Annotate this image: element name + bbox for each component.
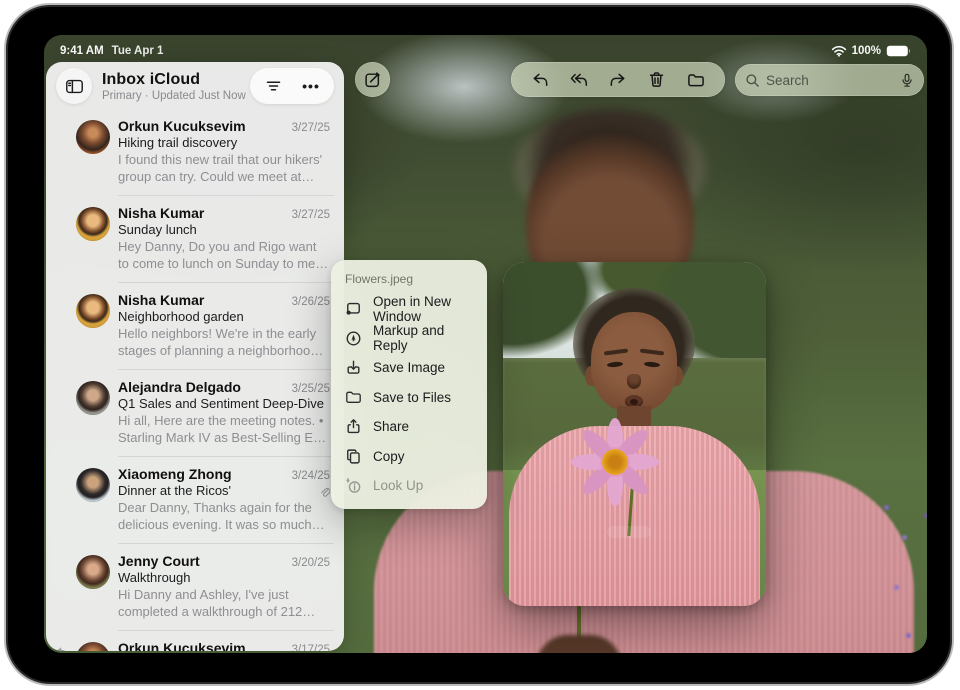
image-context-menu: Flowers.jpeg Open in New Window [331,260,487,509]
save-image-icon [345,359,362,376]
email-sender: Jenny Court [118,553,284,569]
email-preview: Hello neighbors! We're in the early stag… [118,325,330,359]
avatar [76,294,110,328]
email-row[interactable]: Orkun Kucuksevim3/17/25 Day trip idea He… [46,630,344,651]
email-subject: Dinner at the Ricos' [118,483,330,498]
status-date: Tue Apr 1 [112,45,164,57]
email-date: 3/27/25 [284,209,330,221]
email-row[interactable]: Nisha Kumar3/26/25 Neighborhood garden H… [46,282,344,369]
open-new-window-icon [345,300,362,317]
avatar [76,207,110,241]
menu-item-share[interactable]: Share [331,412,487,442]
status-time: 9:41 AM [60,45,104,57]
email-date: 3/20/25 [284,557,330,569]
avatar [76,468,110,502]
mailbox-sidebar: Inbox iCloud Primary · Updated Just Now … [46,62,344,651]
email-sender: Nisha Kumar [118,292,284,308]
photo-preview-card[interactable] [503,262,766,606]
email-sender: Xiaomeng Zhong [118,466,284,482]
menu-item-label: Markup and Reply [373,323,473,353]
menu-item-label: Save Image [373,360,445,375]
folder-icon [345,389,362,406]
avatar [76,555,110,589]
email-subject: Hiking trail discovery [118,135,330,150]
filter-button[interactable] [254,68,292,104]
menu-item-copy[interactable]: Copy [331,442,487,472]
search-field[interactable]: Search [735,64,924,96]
menu-item-save-image[interactable]: Save Image [331,353,487,383]
email-preview: I found this new trail that our hikers' … [118,151,330,185]
menu-item-open-in-new-window[interactable]: Open in New Window [331,294,487,324]
email-subject: Walkthrough [118,570,330,585]
microphone-icon[interactable] [900,72,914,89]
replied-arrow-icon [55,646,69,651]
forward-button[interactable] [603,62,633,97]
email-preview: Hey Danny, Do you and Rigo want to come … [118,238,330,272]
message-actions-pill [511,62,725,97]
menu-item-label: Save to Files [373,390,451,405]
avatar [76,642,110,651]
menu-item-label: Copy [373,449,405,464]
attachment-paperclip-icon [319,486,330,498]
mailbox-title: Inbox iCloud [102,71,250,89]
markup-icon [345,330,362,347]
email-row[interactable]: Nisha Kumar3/27/25 Sunday lunch Hey Dann… [46,195,344,282]
email-date: 3/26/25 [284,296,330,308]
email-row[interactable]: Orkun Kucuksevim3/27/25 Hiking trail dis… [46,108,344,195]
menu-item-label: Look Up [373,478,423,493]
ipad-bezel: 9:41 AM Tue Apr 1 100% [4,3,954,686]
search-icon [745,73,760,88]
status-bar: 9:41 AM Tue Apr 1 100% [44,35,927,61]
email-preview: Dear Danny, Thanks again for the delicio… [118,499,330,533]
ipad-screenshot: 9:41 AM Tue Apr 1 100% [0,0,960,690]
menu-item-label: Open in New Window [373,294,473,324]
search-placeholder: Search [766,73,894,88]
compose-icon [364,71,381,88]
email-sender: Orkun Kucuksevim [118,640,284,651]
email-sender: Alejandra Delgado [118,379,284,395]
battery-icon [886,45,911,57]
sidebar-header: Inbox iCloud Primary · Updated Just Now … [46,62,344,108]
email-date: 3/17/25 [284,644,330,651]
email-sender: Orkun Kucuksevim [118,118,284,134]
email-preview: Hi all, Here are the meeting notes. • St… [118,412,330,446]
wifi-icon [831,45,847,57]
menu-item-look-up[interactable]: Look Up [331,471,487,501]
email-row[interactable]: Alejandra Delgado3/25/25 Q1 Sales and Se… [46,369,344,456]
trash-button[interactable] [642,62,672,97]
email-list[interactable]: Orkun Kucuksevim3/27/25 Hiking trail dis… [46,108,344,651]
mailbox-subtitle: Primary · Updated Just Now [102,90,250,102]
reply-button[interactable] [525,62,555,97]
look-up-icon [345,477,362,494]
sidebar-actions-pill: ••• [250,68,334,104]
email-row[interactable]: Xiaomeng Zhong3/24/25 Dinner at the Rico… [46,456,344,543]
photo-girl-hand [599,520,663,596]
menu-item-label: Share [373,419,409,434]
copy-icon [345,448,362,465]
email-date: 3/25/25 [284,383,330,395]
email-subject: Neighborhood garden [118,309,330,324]
email-row[interactable]: Jenny Court3/20/25 Walkthrough Hi Danny … [46,543,344,630]
email-preview: Hi Danny and Ashley, I've just completed… [118,586,330,620]
folder-button[interactable] [681,62,711,97]
ellipsis-icon: ••• [302,78,320,94]
email-sender: Nisha Kumar [118,205,284,221]
email-date: 3/27/25 [284,122,330,134]
compose-button[interactable] [355,62,390,97]
share-icon [345,418,362,435]
battery-percent: 100% [852,45,881,57]
menu-item-save-to-files[interactable]: Save to Files [331,383,487,413]
avatar [76,120,110,154]
email-subject: Sunday lunch [118,222,330,237]
avatar [76,381,110,415]
screen: 9:41 AM Tue Apr 1 100% [44,35,927,653]
more-button[interactable]: ••• [292,68,330,104]
email-subject: Q1 Sales and Sentiment Deep-Dive [118,396,330,411]
sidebar-toggle-button[interactable] [56,68,92,104]
context-menu-title: Flowers.jpeg [331,270,487,294]
menu-item-markup-and-reply[interactable]: Markup and Reply [331,324,487,354]
reply-all-button[interactable] [564,62,594,97]
email-date: 3/24/25 [284,470,330,482]
